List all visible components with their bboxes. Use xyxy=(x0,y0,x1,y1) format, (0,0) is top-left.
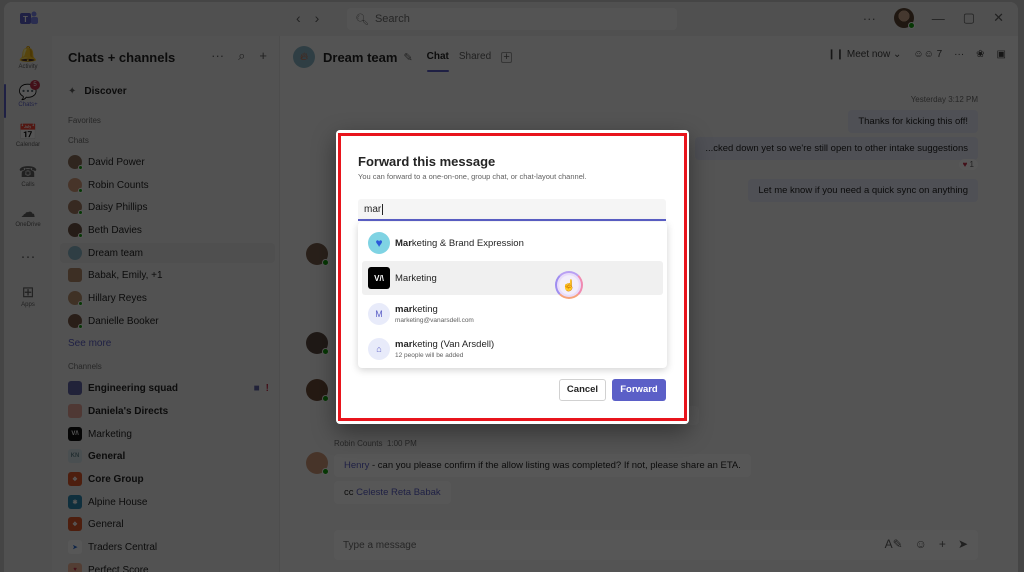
option-label: Marketing & Brand Expression xyxy=(395,237,524,249)
forward-button[interactable]: Forward xyxy=(612,379,666,401)
suggestion-option[interactable]: ♥ Marketing & Brand Expression xyxy=(362,226,663,260)
option-email: marketing@vanarsdell.com xyxy=(395,317,474,324)
dialog-title: Forward this message xyxy=(358,154,496,169)
forward-message-dialog: Forward this message You can forward to … xyxy=(336,130,689,424)
recipient-search-input[interactable]: mar xyxy=(358,199,666,221)
suggestions-dropdown: ♥ Marketing & Brand Expression V/\ Marke… xyxy=(358,222,667,368)
input-value: mar xyxy=(364,204,382,216)
text-caret xyxy=(382,204,384,215)
suggestion-option[interactable]: M marketing marketing@vanarsdell.com xyxy=(362,297,663,331)
dialog-subtitle: You can forward to a one-on-one, group c… xyxy=(358,172,587,181)
heart-icon: ♥ xyxy=(368,232,390,254)
suggestion-option[interactable]: ⌂ marketing (Van Arsdell) 12 people will… xyxy=(362,332,663,366)
vanarsdel-logo-icon: V/\ xyxy=(368,267,390,289)
option-label: Marketing xyxy=(395,272,437,284)
initial-avatar: M xyxy=(368,303,390,325)
cancel-button[interactable]: Cancel xyxy=(559,379,606,401)
hand-cursor-icon: ☝ xyxy=(555,271,583,299)
option-label: marketing (Van Arsdell) xyxy=(395,339,495,350)
tag-icon: ⌂ xyxy=(368,338,390,360)
suggestion-option-hovered[interactable]: V/\ Marketing xyxy=(362,261,663,295)
option-detail: 12 people will be added xyxy=(395,352,464,359)
option-label: marketing xyxy=(395,304,438,315)
